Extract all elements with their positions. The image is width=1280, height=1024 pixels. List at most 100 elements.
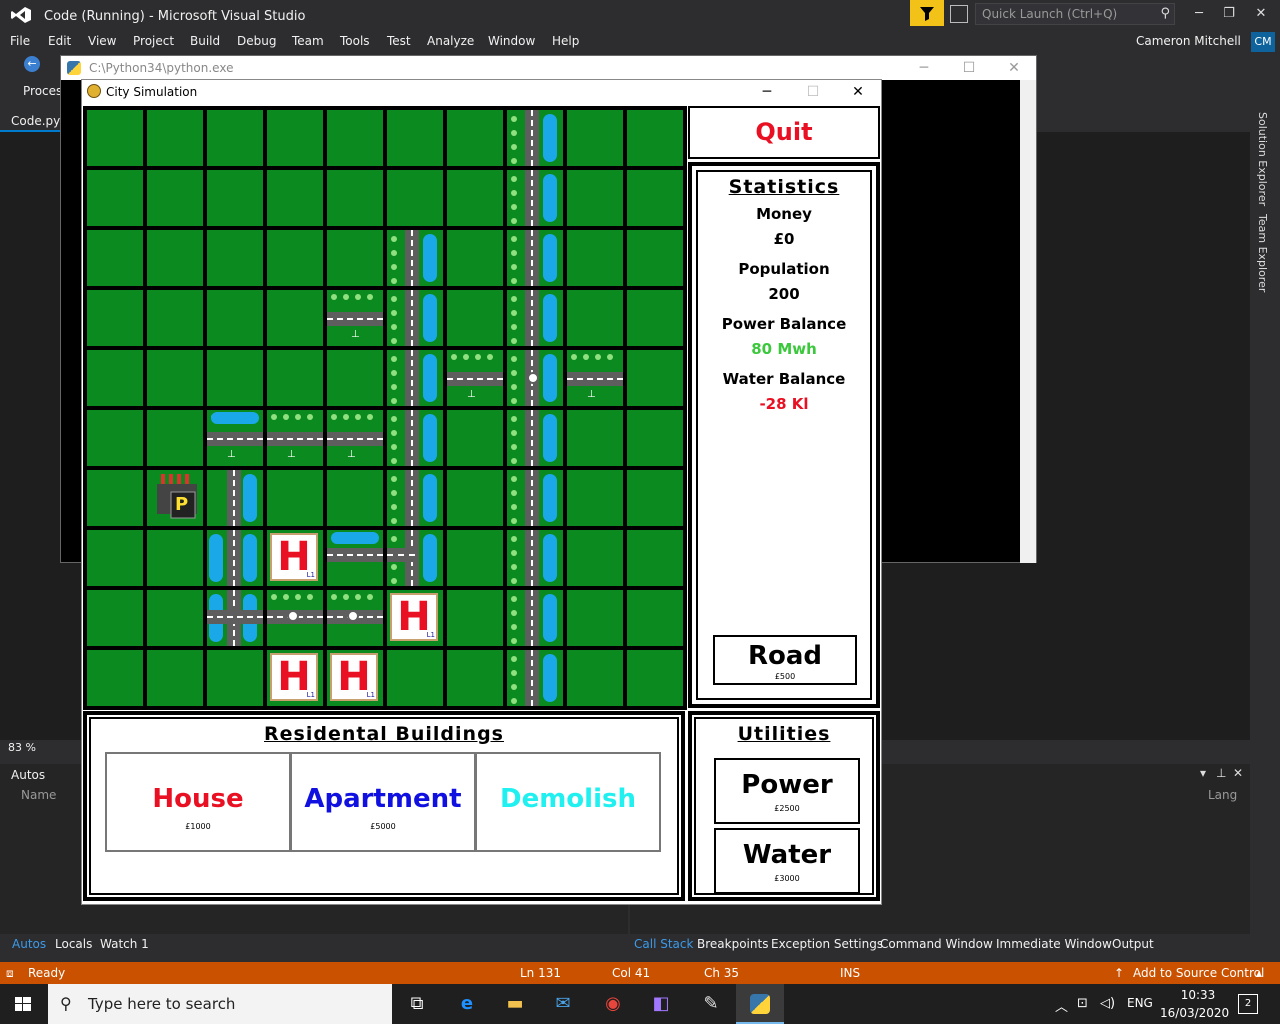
taskbar-search-input[interactable]: ⚲ Type here to search [48,984,392,1024]
map-tile[interactable] [507,530,563,586]
map-tile[interactable] [567,230,623,286]
tab-immediate-window[interactable]: Immediate Window [996,937,1112,951]
map-tile[interactable] [87,530,143,586]
map-tile[interactable] [387,650,443,706]
tray-chevron-up-icon[interactable]: ︿ [1055,996,1068,1015]
map-tile[interactable] [267,470,323,526]
tab-code-py[interactable]: Code.py [0,114,60,132]
map-tile[interactable] [327,590,383,646]
map-tile[interactable] [87,650,143,706]
maximize-button[interactable]: ❐ [1214,4,1244,24]
city-close-button[interactable]: ✕ [835,82,881,102]
map-tile[interactable] [447,470,503,526]
tab-exception-settings[interactable]: Exception Settings [771,937,883,951]
pin-icon[interactable]: ⊥ [1216,766,1226,780]
volume-icon[interactable]: ◁) [1100,996,1115,1011]
tab-output[interactable]: Output [1112,937,1154,951]
console-close-button[interactable]: ✕ [991,58,1037,78]
navigate-back-icon[interactable]: ← [24,56,40,72]
demolish-button[interactable]: Demolish [475,752,661,852]
map-tile[interactable] [447,530,503,586]
tab-command-window[interactable]: Command Window [880,937,993,951]
map-tile[interactable] [267,230,323,286]
map-tile[interactable] [507,110,563,166]
menu-view[interactable]: View [88,34,116,48]
map-tile[interactable] [147,410,203,466]
map-tile[interactable] [507,350,563,406]
map-tile[interactable]: H L1 [327,650,383,706]
map-tile[interactable] [447,230,503,286]
map-tile[interactable] [87,350,143,406]
map-tile[interactable] [507,290,563,346]
house-button[interactable]: House £1000 [105,752,291,852]
tab-autos[interactable]: Autos [12,937,46,951]
menu-project[interactable]: Project [133,34,174,48]
map-tile[interactable] [327,530,383,586]
map-tile[interactable] [507,230,563,286]
menu-file[interactable]: File [10,34,30,48]
map-tile[interactable]: ⊥ [327,290,383,346]
paint-icon[interactable]: ✎ [696,989,726,1019]
map-tile[interactable] [387,110,443,166]
map-tile[interactable] [447,110,503,166]
map-tile[interactable] [147,290,203,346]
map-tile[interactable] [87,410,143,466]
tab-call-stack[interactable]: Call Stack [634,937,693,951]
map-tile[interactable] [507,410,563,466]
pane-close-icon[interactable]: ✕ [1233,766,1243,780]
edge-icon[interactable]: e [452,989,482,1019]
map-tile[interactable] [627,470,683,526]
visual-studio-taskbar-icon[interactable]: ◧ [646,989,676,1019]
start-button[interactable] [0,984,46,1024]
map-tile[interactable] [627,230,683,286]
feedback-icon[interactable] [950,5,968,23]
map-tile[interactable] [207,230,263,286]
map-tile[interactable] [567,470,623,526]
map-tile[interactable] [567,410,623,466]
language-indicator[interactable]: ENG [1127,996,1153,1010]
map-tile[interactable]: ⊥ [567,350,623,406]
mail-icon[interactable]: ✉ [548,989,578,1019]
map-tile[interactable] [627,530,683,586]
map-tile[interactable] [387,350,443,406]
menu-test[interactable]: Test [387,34,411,48]
water-button[interactable]: Water £3000 [714,828,860,894]
map-tile[interactable] [627,410,683,466]
map-tile[interactable] [447,290,503,346]
menu-debug[interactable]: Debug [237,34,276,48]
map-tile[interactable] [627,170,683,226]
map-tile[interactable] [147,350,203,406]
map-tile[interactable] [447,590,503,646]
user-name[interactable]: Cameron Mitchell [1136,34,1241,48]
map-tile[interactable] [627,650,683,706]
notification-center-icon[interactable]: 2 [1238,994,1258,1014]
map-tile[interactable] [447,650,503,706]
city-minimize-button[interactable]: ─ [744,82,790,102]
menu-analyze[interactable]: Analyze [427,34,474,48]
clock-time[interactable]: 10:33 [1168,988,1228,1002]
file-explorer-icon[interactable]: ▬ [500,989,530,1019]
tab-locals[interactable]: Locals [55,937,92,951]
map-tile[interactable] [387,470,443,526]
chrome-icon[interactable]: ◉ [598,989,628,1019]
map-tile[interactable] [387,170,443,226]
map-tile[interactable] [627,590,683,646]
map-tile[interactable]: ⊥ [207,410,263,466]
quick-launch-input[interactable]: Quick Launch (Ctrl+Q) ⚲ [975,3,1175,25]
map-tile[interactable] [147,230,203,286]
map-tile[interactable] [327,110,383,166]
map-tile[interactable] [147,530,203,586]
map-tile[interactable] [507,470,563,526]
map-tile[interactable] [147,650,203,706]
console-scrollbar[interactable] [1020,80,1036,563]
tab-breakpoints[interactable]: Breakpoints [697,937,768,951]
map-tile[interactable] [567,590,623,646]
map-tile[interactable] [147,110,203,166]
power-button[interactable]: Power £2500 [714,758,860,824]
map-tile[interactable] [207,650,263,706]
console-maximize-button[interactable]: ☐ [946,58,992,78]
map-tile[interactable] [207,470,263,526]
map-tile[interactable] [507,650,563,706]
map-tile[interactable] [567,650,623,706]
map-tile[interactable] [87,470,143,526]
